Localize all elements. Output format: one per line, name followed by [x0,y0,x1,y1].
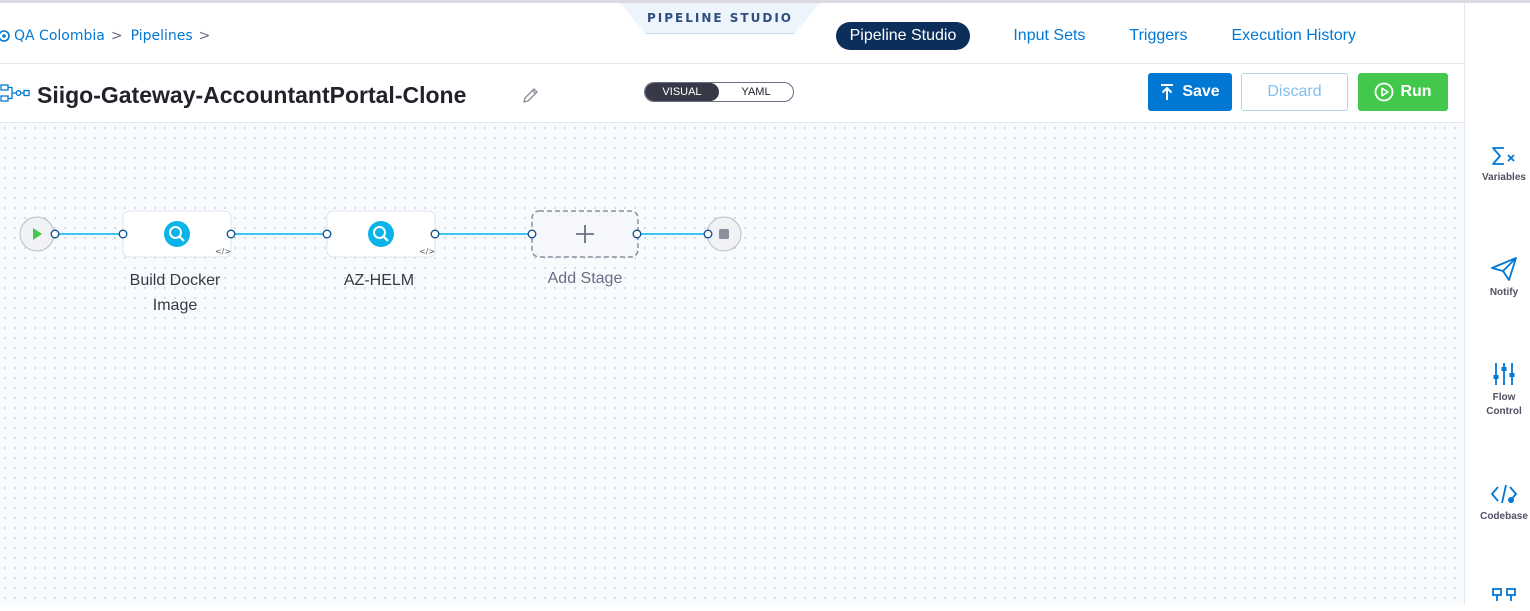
toggle-visual[interactable]: VISUAL [645,83,719,101]
structure-icon [1492,588,1516,601]
breadcrumb-pipelines[interactable]: Pipelines [131,28,193,44]
discard-button[interactable]: Discard [1241,73,1348,111]
sidebar-item-more[interactable] [1465,587,1530,611]
discard-label: Discard [1267,83,1322,100]
sidebar-label-control: Control [1486,406,1522,417]
org-icon [0,30,10,42]
toggle-yaml[interactable]: YAML [719,83,793,101]
studio-tab-label: PIPELINE STUDIO [620,3,820,34]
stage-node-az-helm[interactable]: </> [326,210,436,258]
save-button[interactable]: Save [1148,73,1232,111]
search-icon [164,221,190,247]
pipeline-graph: </> </> [19,210,742,258]
nav-input-sets[interactable]: Input Sets [1000,22,1098,50]
upload-arrow-icon [1161,84,1174,100]
pipeline-title: Siigo-Gateway-AccountantPortal-Clone [37,82,467,108]
sidebar-item-notify[interactable]: Notify [1465,256,1530,300]
sidebar-item-variables[interactable]: Variables [1465,145,1530,185]
search-icon [368,221,394,247]
nav-execution-history[interactable]: Execution History [1219,22,1370,50]
play-circle-icon [1375,82,1394,102]
pipeline-canvas[interactable]: </> </> Build Docker Image AZ-HELM Add S… [0,123,1464,605]
run-button[interactable]: Run [1358,73,1448,111]
start-node[interactable] [19,216,55,252]
studio-nav: Pipeline Studio Input Sets Triggers Exec… [835,22,1370,50]
sliders-icon [1493,363,1515,385]
variables-icon [1492,147,1515,165]
pencil-icon[interactable] [520,86,540,106]
breadcrumb-org[interactable]: QA Colombia [14,28,105,44]
stage-label-line: Build Docker [129,272,221,289]
stage-label-build-docker-image: Build Docker Image [115,268,235,318]
stage-label-az-helm: AZ-HELM [319,268,439,293]
chevron-right-icon: > [110,28,123,44]
breadcrumb: QA Colombia > Pipelines > [0,28,218,44]
save-label: Save [1182,83,1220,100]
stage-label-line: Image [152,297,198,314]
title-bar: Siigo-Gateway-AccountantPortal-Clone VIS… [0,64,1465,123]
stage-node-build-docker-image[interactable]: </> [122,210,232,258]
stage-label-line: AZ-HELM [343,272,415,289]
run-label: Run [1400,83,1432,100]
sidebar-item-codebase[interactable]: Codebase [1465,482,1530,524]
code-icon: </> [419,247,435,256]
nav-triggers[interactable]: Triggers [1116,22,1200,50]
stop-icon [719,229,729,239]
add-stage-label: Add Stage [547,270,623,287]
nav-pipeline-studio[interactable]: Pipeline Studio [835,22,971,50]
studio-tab-text: PIPELINE STUDIO [647,11,793,25]
codebase-icon [1490,484,1518,504]
view-toggle: VISUAL YAML [644,82,794,102]
code-icon: </> [215,247,231,256]
right-sidebar: Variables Notify Flow Control Codebase [1464,3,1530,605]
sidebar-label-codebase: Codebase [1480,511,1528,522]
chevron-right-icon: > [198,28,211,44]
sidebar-label-variables: Variables [1482,172,1526,183]
send-icon [1491,257,1517,281]
sidebar-label-notify: Notify [1489,287,1519,298]
add-stage-node[interactable] [531,210,639,258]
sidebar-item-flow-control[interactable]: Flow Control [1465,361,1530,419]
sidebar-label-flow: Flow [1492,392,1516,403]
pipeline-icon [0,84,30,102]
